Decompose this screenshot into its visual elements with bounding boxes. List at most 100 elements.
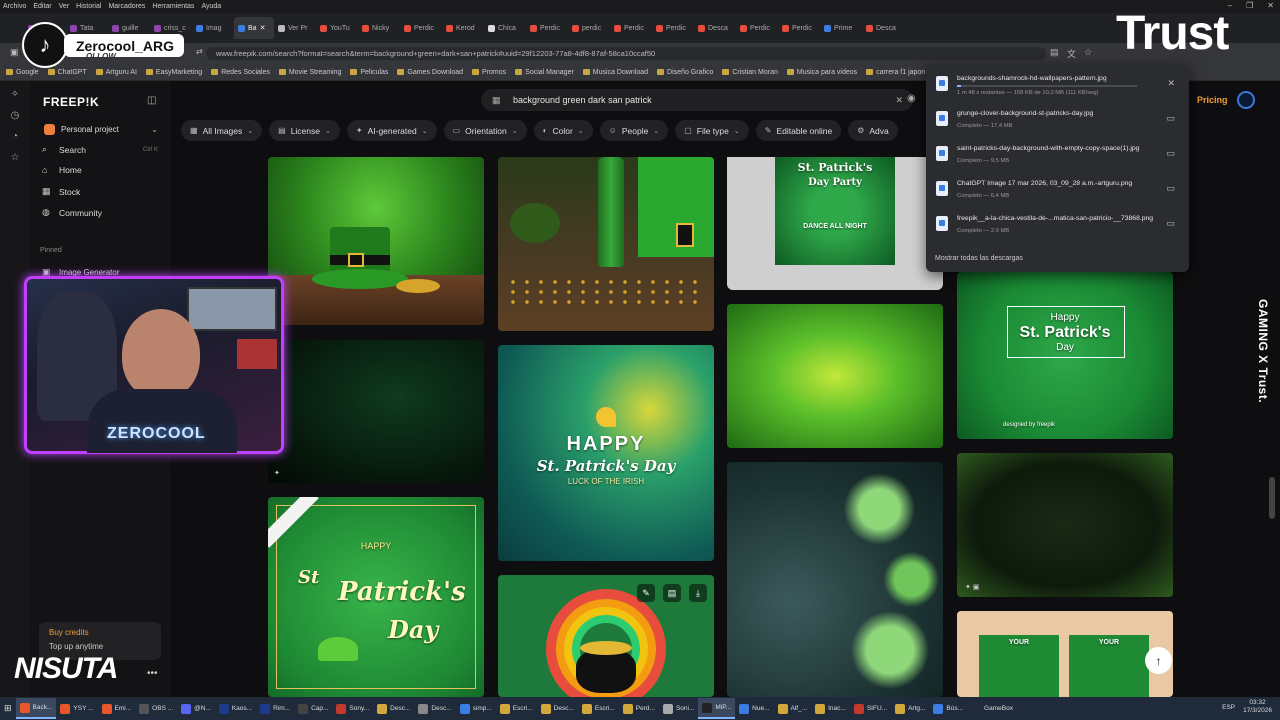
sidebar-item-search[interactable]: ⌕ Search Ctrl K [42,144,160,155]
taskbar-app[interactable]: MiP... [698,698,736,719]
bookmark-item[interactable]: Diseño Grafico [657,69,713,76]
filter-color[interactable]: ◐ Color ⌄ [533,120,593,141]
filter-people[interactable]: ☺ People ⌄ [599,120,669,141]
save-collection-icon[interactable]: ▤ [663,584,681,602]
translate-icon[interactable]: 文 [1067,47,1076,60]
show-all-downloads-link[interactable]: Mostrar todas las descargas [935,255,1023,262]
folder-icon[interactable]: ▭ [1166,113,1175,124]
tray-lang[interactable]: ESP [1222,704,1235,711]
taskbar-app[interactable]: Sony... [332,698,373,719]
camera-search-icon[interactable]: ◉ [907,93,916,104]
tab-close-icon[interactable]: ✕ [260,24,266,32]
clock-icon[interactable]: ◔ [12,131,18,142]
taskbar-app[interactable]: Escri... [578,698,619,719]
bookmark-item[interactable]: Google [6,69,39,76]
bookmark-item[interactable]: Musica para videos [786,69,857,76]
taskbar-app[interactable]: Nue... [735,698,773,719]
pricing-link[interactable]: Pricing [1197,95,1228,105]
bookmark-item[interactable]: Movie Streaming [278,69,341,76]
bookmark-item[interactable]: Redes Sociales [211,69,270,76]
browser-tab[interactable]: Nicky [358,17,400,39]
project-selector[interactable]: Personal project ⌄ [40,119,162,139]
download-item[interactable]: backgrounds-shamrock-hd-wallpapers-patte… [936,72,1181,100]
menu-item-ver[interactable]: Ver [59,3,70,10]
taskbar-app[interactable]: Cap... [294,698,332,719]
image-thumb-bottle-hat[interactable] [498,157,714,331]
site-info-icon[interactable]: ⇄ [196,47,203,56]
bookmark-item[interactable]: ChatGPT [47,69,87,76]
taskbar-app[interactable]: YSY ... [56,698,97,719]
taskbar-app[interactable]: Desc... [414,698,455,719]
taskbar-app[interactable]: Desc... [373,698,414,719]
taskbar-app[interactable]: Soni... [659,698,698,719]
download-item[interactable]: grunge-clover-background-st-patricks-day… [936,107,1181,135]
browser-tab[interactable]: Perdic [400,17,442,39]
taskbar-app[interactable]: Artg... [891,698,929,719]
edit-image-icon[interactable]: ✎ [637,584,655,602]
close-window-icon[interactable]: ✕ [1267,1,1274,10]
sidebar-item-community[interactable]: ◍ Community [42,207,160,218]
collapse-sidebar-icon[interactable]: ◫ [147,95,156,106]
history-icon[interactable]: ◷ [11,110,20,121]
bookmark-star-icon[interactable]: ☆ [1084,47,1092,58]
browser-tab[interactable]: perdic [568,17,610,39]
bookmark-item[interactable]: Peliculas [350,69,388,76]
bookmark-item[interactable]: Cristian Moran [722,69,778,76]
scrollbar-thumb[interactable] [1269,477,1275,519]
freepik-logo[interactable]: FREEP!K [43,95,99,109]
menu-item-editar[interactable]: Editar [33,3,51,10]
scroll-top-button[interactable]: ↑ [1145,647,1172,674]
taskbar-app[interactable]: OBS ... [135,698,177,719]
menu-item-herramientas[interactable]: Herramientas [152,3,194,10]
download-icon[interactable]: ⤓ [689,584,707,602]
browser-tab[interactable]: Kerod [442,17,484,39]
search-input[interactable]: ▦ background green dark san patrick ✕ [481,89,913,111]
image-thumb-pot-flyers[interactable]: YOUR YOUR [957,611,1173,697]
browser-tab[interactable]: Desca [862,17,904,39]
browser-tab[interactable]: Imag [192,17,234,39]
taskbar-app[interactable]: Alf_... [774,698,812,719]
filter-license[interactable]: ▤ License ⌄ [269,120,340,141]
bookmark-item[interactable]: Musica Download [582,69,648,76]
folder-icon[interactable]: ▭ [1166,218,1175,229]
browser-tab[interactable]: Perdic [610,17,652,39]
bookmark-item[interactable]: carrera f1 japon ho [866,69,935,76]
taskbar-app[interactable]: Bús... [929,698,967,719]
taskbar-app[interactable]: Rim... [256,698,294,719]
browser-tab[interactable]: Perdic [526,17,568,39]
taskbar-app[interactable]: Inac... [811,698,850,719]
browser-tab[interactable]: Desca [694,17,736,39]
bookmark-item[interactable]: Social Manager [515,69,574,76]
menu-item-archivo[interactable]: Archivo [3,3,26,10]
taskbar-app[interactable]: Desc... [537,698,578,719]
clear-search-icon[interactable]: ✕ [895,89,903,111]
taskbar-app[interactable]: Perd... [619,698,659,719]
folder-icon[interactable]: ▭ [1166,148,1175,159]
taskbar-app[interactable]: simp... [456,698,496,719]
download-item[interactable]: ChatGPT Image 17 mar 2026, 03_09_28 a.m.… [936,177,1181,205]
filter-editable-online[interactable]: ✎ Editable online [755,120,842,141]
browser-tab[interactable]: Perdic [736,17,778,39]
menu-item-ayuda[interactable]: Ayuda [201,3,221,10]
folder-icon[interactable]: ▭ [1166,183,1175,194]
image-thumb-green-hat[interactable] [268,157,484,325]
taskbar-app[interactable]: Emi... [98,698,136,719]
browser-tab[interactable]: Prime [820,17,862,39]
image-thumb-happy-patricks-day[interactable]: HAPPY St Patrick's Day [268,497,484,697]
taskbar-app[interactable]: @N... [177,698,215,719]
image-thumb-happy-st-patricks-bokeh[interactable]: HAPPY St. Patrick's Day LUCK OF THE IRIS… [498,345,714,561]
filter-ai-generated[interactable]: ✦ AI-generated ⌄ [346,120,437,141]
filter-orientation[interactable]: ▭ Orientation ⌄ [443,120,527,141]
bookmark-item[interactable]: Artguru AI [95,69,137,76]
filter-adva[interactable]: ⚙ Adva [848,120,898,141]
browser-tab[interactable]: Perdic [778,17,820,39]
menu-item-historial[interactable]: Historial [76,3,101,10]
sidebar-item-stock[interactable]: ▦ Stock [42,186,160,197]
download-item[interactable]: saint-patricks-day-background-with-empty… [936,142,1181,170]
taskbar-app[interactable]: Escri... [496,698,537,719]
clock[interactable]: 03:32 17/3/2026 [1243,699,1272,715]
menu-item-marcadores[interactable]: Marcadores [108,3,145,10]
image-thumb-happy-patricks-frame[interactable]: Happy St. Patrick's Day designed by free… [957,272,1173,439]
image-thumb-party-flyer[interactable]: St. Patrick's Day Party DANCE ALL NIGHT [727,157,943,290]
bookmark-item[interactable]: Games Download [397,69,463,76]
